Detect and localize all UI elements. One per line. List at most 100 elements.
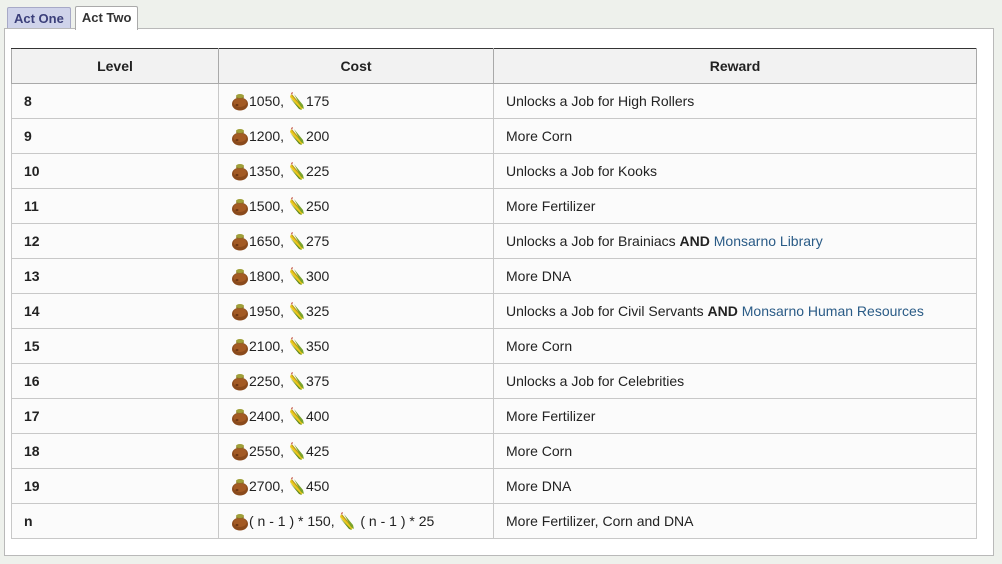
cost-separator: , [280,128,288,144]
cost-corn-value: 275 [305,233,330,249]
level-cell: 13 [11,258,219,294]
table-row: 15 2100, 350 More Corn [11,328,977,364]
fertilizer-sack-icon [232,479,248,496]
cost-cell: 1050, 175 [218,83,494,119]
cost-corn-value: 300 [305,268,330,284]
reward-text: More Corn [506,338,573,354]
cost-separator: , [280,478,288,494]
table-row: 13 1800, 300 More DNA [11,258,977,294]
table-row: 12 1650, 275 Unlocks a Job for Brainiacs … [11,223,977,259]
cost-cell: 1350, 225 [218,153,494,189]
reward-text: More Fertilizer [506,408,596,424]
corn-icon [289,407,304,425]
reward-text: Unlocks a Job for High Rollers [506,93,695,109]
cost-separator: , [280,93,288,109]
table-row: 10 1350, 225 Unlocks a Job for Kooks [11,153,977,189]
level-cell: 16 [11,363,219,399]
reward-text: More DNA [506,268,572,284]
table-header-row: Level Cost Reward [11,48,977,84]
level-table: Level Cost Reward 8 1050, 175 Unlocks a J… [11,48,977,539]
header-cost: Cost [218,48,494,84]
cost-corn-value: 350 [305,338,330,354]
reward-text: More Corn [506,128,573,144]
fertilizer-sack-icon [232,129,248,146]
corn-icon [289,162,304,180]
reward-text: Unlocks a Job for Civil Servants [506,303,704,319]
fertilizer-sack-icon [232,339,248,356]
cost-corn-value: 375 [305,373,330,389]
corn-icon [289,372,304,390]
level-cell: 14 [11,293,219,329]
table-row: 16 2250, 375 Unlocks a Job for Celebritie… [11,363,977,399]
cost-fertilizer-value: 1050 [249,93,281,109]
cost-fertilizer-value: 2550 [249,443,281,459]
reward-link[interactable]: Monsarno Human Resources [742,303,924,319]
header-reward: Reward [493,48,977,84]
corn-icon [289,197,304,215]
cost-fertilizer-value: 2400 [249,408,281,424]
cost-separator: , [280,198,288,214]
table-row: 14 1950, 325 Unlocks a Job for Civil Serv… [11,293,977,329]
cost-cell: 2700, 450 [218,468,494,504]
cost-cell: 2400, 400 [218,398,494,434]
cost-cell: 1650, 275 [218,223,494,259]
reward-and: AND [707,303,738,319]
reward-cell: More Corn [493,433,977,469]
cost-corn-value: 225 [305,163,330,179]
cost-separator: , [280,408,288,424]
cost-separator: , [280,268,288,284]
reward-text: More Fertilizer [506,198,596,214]
cost-cell: 2550, 425 [218,433,494,469]
cost-fertilizer-value: 1200 [249,128,281,144]
level-cell: 15 [11,328,219,364]
level-cell: 12 [11,223,219,259]
reward-cell: More Corn [493,118,977,154]
table-row: 19 2700, 450 More DNA [11,468,977,504]
reward-cell: More DNA [493,258,977,294]
fertilizer-sack-icon [232,94,248,111]
reward-text: Unlocks a Job for Celebrities [506,373,685,389]
cost-cell: 1800, 300 [218,258,494,294]
table-row: 18 2550, 425 More Corn [11,433,977,469]
corn-icon [289,127,304,145]
corn-icon [289,92,304,110]
cost-cell: 1950, 325 [218,293,494,329]
fertilizer-sack-icon [232,234,248,251]
tab-panel: Level Cost Reward 8 1050, 175 Unlocks a J… [4,28,994,556]
level-cell: 18 [11,433,219,469]
reward-text: More DNA [506,478,572,494]
reward-and: AND [679,233,710,249]
cost-fertilizer-value: 1650 [249,233,281,249]
cost-separator: , [280,443,288,459]
corn-icon [289,442,304,460]
fertilizer-sack-icon [232,514,248,531]
cost-fertilizer-value: 2100 [249,338,281,354]
table-row: 17 2400, 400 More Fertilizer [11,398,977,434]
cost-fertilizer-value: ( n - 1 ) * 150 [249,513,331,529]
cost-fertilizer-value: 1500 [249,198,281,214]
tab-act-one[interactable]: Act One [7,7,71,29]
cost-fertilizer-value: 1950 [249,303,281,319]
level-cell: 8 [11,83,219,119]
reward-cell: Unlocks a Job for Brainiacs AND Monsarno… [493,223,977,259]
tab-act-two[interactable]: Act Two [74,6,139,30]
corn-icon [289,477,304,495]
cost-separator: , [330,513,339,529]
reward-link[interactable]: Monsarno Library [714,233,823,249]
reward-cell: More Corn [493,328,977,364]
reward-text: More Fertilizer, Corn and DNA [506,513,694,529]
reward-cell: More DNA [493,468,977,504]
reward-cell: More Fertilizer, Corn and DNA [493,503,977,539]
cost-corn-value: 200 [305,128,330,144]
cost-fertilizer-value: 1800 [249,268,281,284]
cost-corn-value: 250 [305,198,330,214]
cost-cell: 1500, 250 [218,188,494,224]
cost-separator: , [280,303,288,319]
fertilizer-sack-icon [232,164,248,181]
corn-icon [289,232,304,250]
level-cell: 19 [11,468,219,504]
fertilizer-sack-icon [232,444,248,461]
cost-separator: , [280,373,288,389]
reward-cell: Unlocks a Job for Celebrities [493,363,977,399]
corn-icon [340,512,355,530]
